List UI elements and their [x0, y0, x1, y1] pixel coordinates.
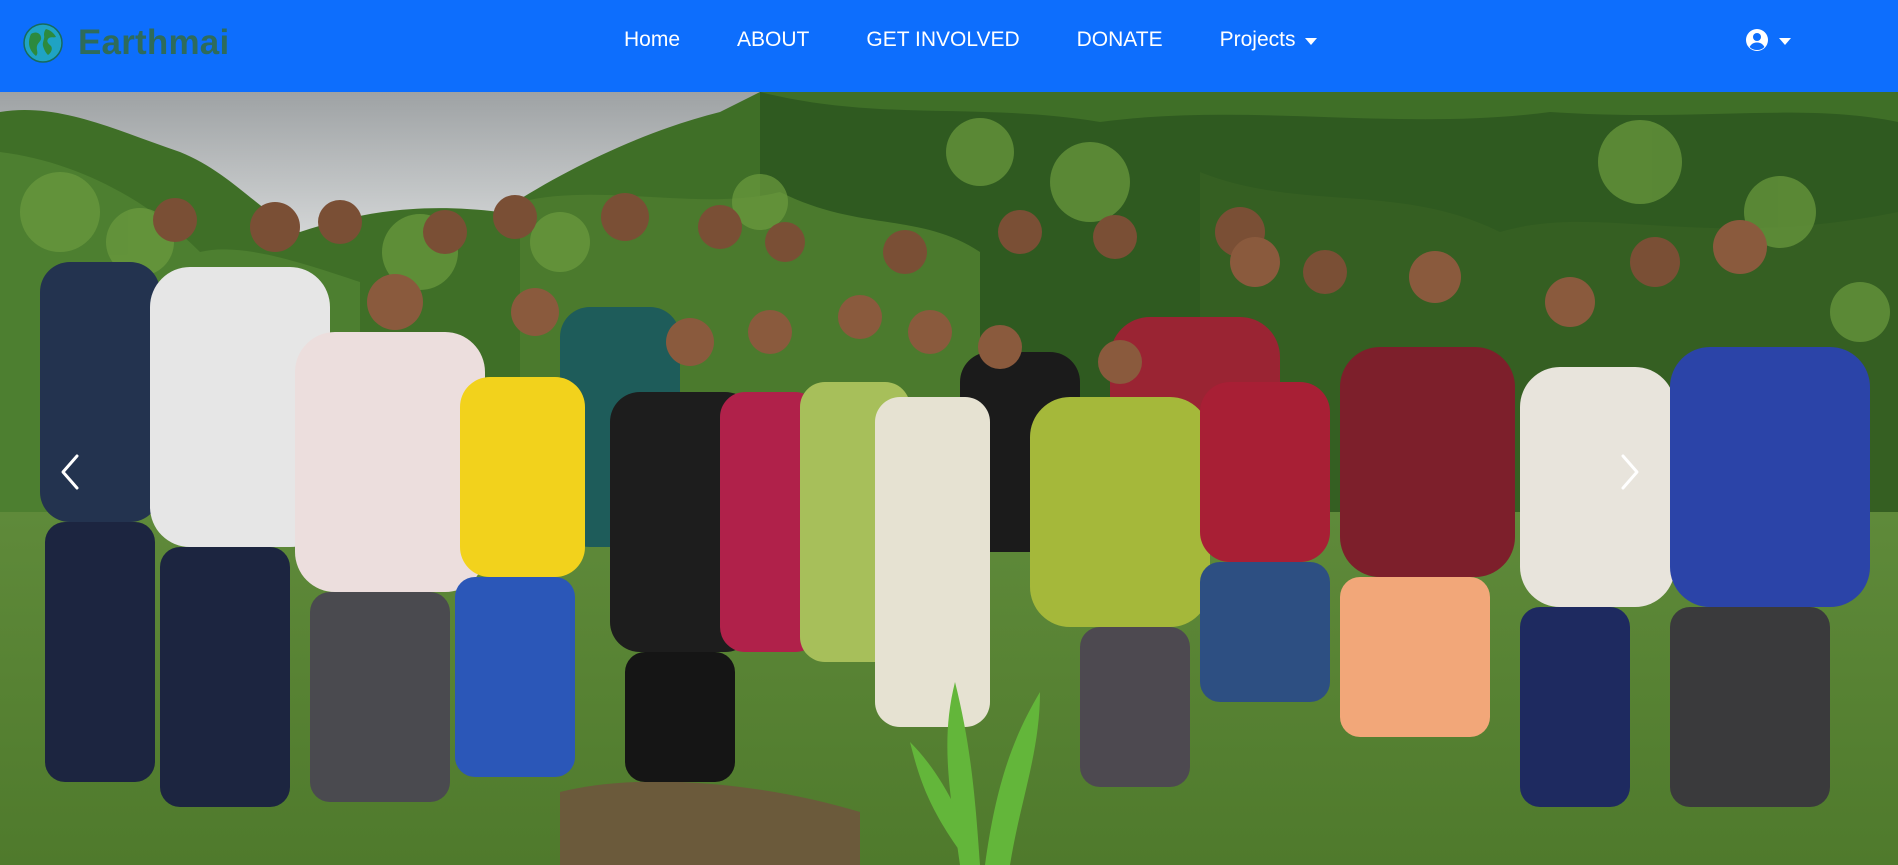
chevron-left-icon [61, 454, 79, 489]
nav-home-label: Home [624, 28, 681, 51]
nav-about[interactable]: ABOUT [737, 28, 809, 52]
nav-donate[interactable]: DONATE [1077, 28, 1163, 52]
main-nav: Home ABOUT GET INVOLVED DONATE Projects [624, 0, 1318, 80]
user-menu-dropdown[interactable] [1745, 28, 1791, 52]
nav-about-label: ABOUT [737, 28, 810, 51]
brand-name: Earthmai [78, 23, 230, 62]
caret-down-icon [1305, 37, 1318, 45]
nav-get-involved[interactable]: GET INVOLVED [866, 28, 1019, 52]
nav-projects-label: Projects [1219, 28, 1296, 51]
hero-carousel [0, 92, 1898, 865]
carousel-next-button[interactable] [1560, 92, 1700, 858]
caret-down-icon [1779, 37, 1791, 45]
nav-donate-label: DONATE [1076, 28, 1163, 51]
nav-projects-dropdown[interactable]: Projects [1220, 28, 1318, 52]
globe-icon [23, 23, 63, 63]
brand-link[interactable]: Earthmai [22, 22, 229, 64]
top-navbar: Earthmai Home ABOUT GET INVOLVED DONATE … [0, 0, 1898, 92]
chevron-right-icon [1621, 454, 1639, 489]
nav-home[interactable]: Home [624, 28, 680, 52]
carousel-prev-button[interactable] [0, 92, 140, 858]
nav-get-involved-label: GET INVOLVED [866, 28, 1020, 51]
user-circle-icon [1746, 29, 1768, 51]
